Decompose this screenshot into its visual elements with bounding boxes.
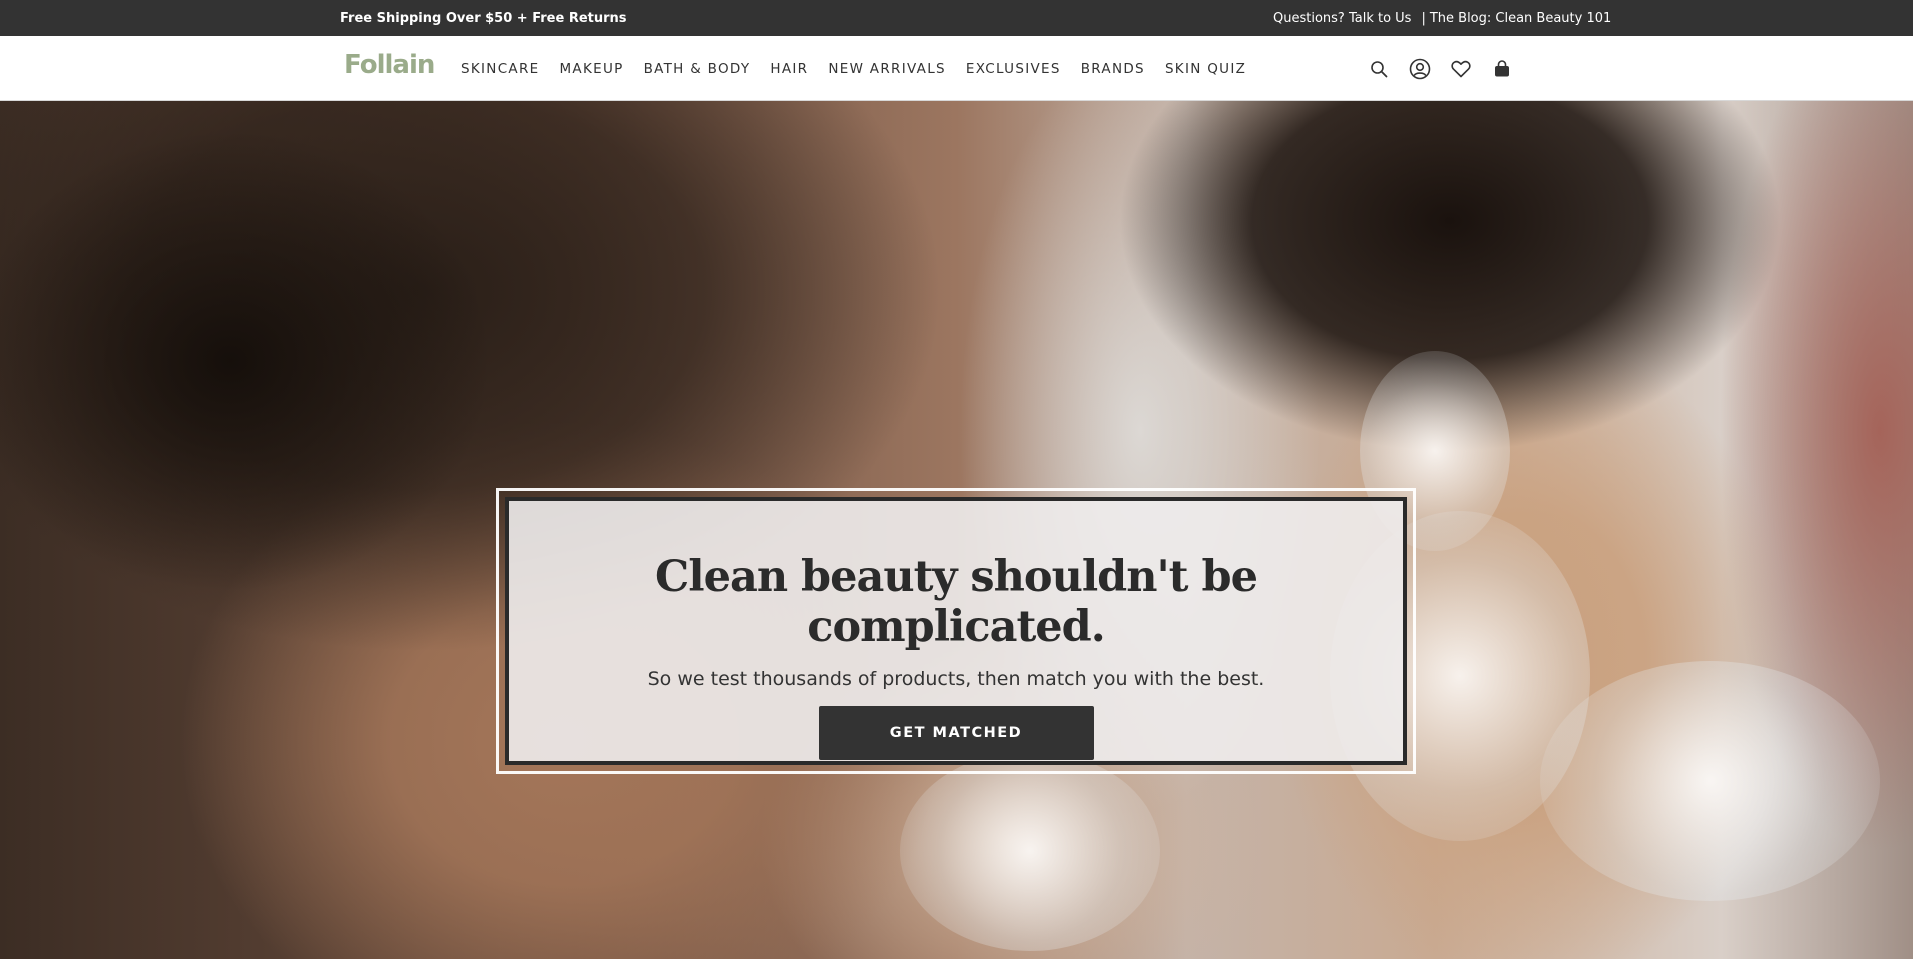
announcement-bar: Free Shipping Over $50 + Free Returns Qu… — [0, 0, 1913, 36]
water-splash — [900, 751, 1160, 951]
hero-message-box: Clean beauty shouldn't be complicated. S… — [505, 497, 1407, 765]
hero-headline: Clean beauty shouldn't be complicated. — [655, 552, 1258, 652]
main-nav: Follain SKINCARE MAKEUP BATH & BODY HAIR… — [0, 36, 1913, 101]
hero-subheadline: So we test thousands of products, then m… — [647, 668, 1265, 690]
nav-item-new-arrivals[interactable]: NEW ARRIVALS — [828, 61, 946, 77]
topbar-separator: | — [1421, 11, 1426, 26]
topbar-links: Questions? Talk to Us | The Blog: Clean Be… — [1273, 11, 1611, 26]
hero-message-frame: Clean beauty shouldn't be complicated. S… — [496, 488, 1416, 774]
account-icon[interactable] — [1407, 56, 1433, 82]
logo[interactable]: Follain — [344, 50, 435, 80]
nav-item-skincare[interactable]: SKINCARE — [461, 61, 539, 77]
bag-icon[interactable] — [1489, 56, 1515, 82]
search-icon[interactable] — [1366, 56, 1392, 82]
blog-link[interactable]: The Blog: Clean Beauty 101 — [1430, 11, 1611, 26]
nav-item-exclusives[interactable]: EXCLUSIVES — [966, 61, 1061, 77]
nav-item-hair[interactable]: HAIR — [770, 61, 808, 77]
nav-item-skin-quiz[interactable]: SKIN QUIZ — [1165, 61, 1246, 77]
water-splash — [1540, 661, 1880, 901]
nav-icons — [1366, 56, 1530, 82]
get-matched-button[interactable]: GET MATCHED — [818, 706, 1094, 760]
heart-icon[interactable] — [1448, 56, 1474, 82]
nav-item-brands[interactable]: BRANDS — [1081, 61, 1145, 77]
nav-item-makeup[interactable]: MAKEUP — [559, 61, 623, 77]
contact-link[interactable]: Questions? Talk to Us — [1273, 11, 1411, 26]
hero-banner: Clean beauty shouldn't be complicated. S… — [0, 101, 1913, 959]
nav-menu: SKINCARE MAKEUP BATH & BODY HAIR NEW ARR… — [461, 61, 1266, 77]
shipping-promo: Free Shipping Over $50 + Free Returns — [340, 11, 627, 26]
nav-item-bath-body[interactable]: BATH & BODY — [644, 61, 751, 77]
